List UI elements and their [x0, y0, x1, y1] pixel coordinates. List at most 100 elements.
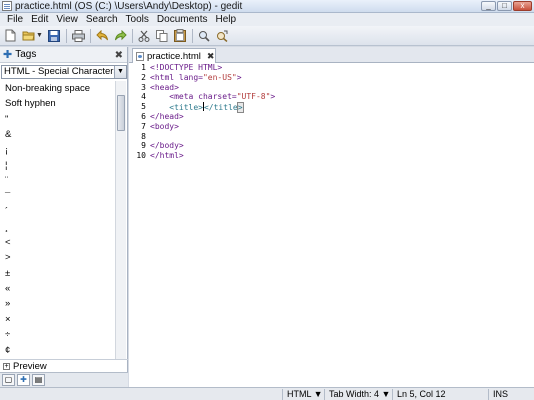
side-panel-title: Tags: [15, 49, 37, 60]
menu-search[interactable]: Search: [82, 14, 122, 25]
save-icon[interactable]: [48, 29, 61, 42]
find-icon[interactable]: [198, 29, 211, 42]
code-area[interactable]: <!DOCTYPE HTML> <html lang="en-US"> <hea…: [150, 63, 530, 161]
cut-icon[interactable]: [138, 29, 151, 42]
redo-icon[interactable]: [114, 29, 127, 42]
html-document-icon: [136, 51, 144, 61]
line-number: 4: [141, 92, 146, 102]
language-selector[interactable]: HTML ▼: [282, 389, 324, 400]
code-line: </html>: [150, 151, 184, 161]
line-number: 9: [141, 141, 146, 151]
code-line: <head>: [150, 82, 179, 92]
file-browser-tab-icon[interactable]: ▤: [32, 374, 45, 386]
list-item[interactable]: ¯: [0, 189, 114, 204]
code-line: <title></title>: [169, 102, 244, 114]
code-line: <body>: [150, 121, 179, 131]
tag-list: Non-breaking space Soft hyphen " & ¡ ¦ ¨…: [0, 81, 114, 359]
list-item[interactable]: ": [0, 112, 114, 127]
tags-tab-icon[interactable]: ✚: [17, 374, 30, 386]
list-item[interactable]: &: [0, 127, 114, 142]
line-number: 10: [136, 151, 146, 161]
menu-edit[interactable]: Edit: [27, 14, 52, 25]
menu-bar: File Edit View Search Tools Documents He…: [0, 13, 534, 26]
side-panel-close-icon[interactable]: ✖: [115, 50, 123, 61]
text-editor[interactable]: 1 2 3 4 5 6 7 8 9 10 <!DOCTYPE HTML> <ht…: [129, 63, 534, 387]
list-item[interactable]: ¢: [0, 343, 114, 358]
menu-file[interactable]: File: [3, 14, 27, 25]
undo-icon[interactable]: [96, 29, 109, 42]
close-window-button[interactable]: x: [513, 1, 532, 11]
gedit-app-icon: [2, 1, 12, 11]
toolbar-separator: [191, 28, 193, 43]
tag-list-scrollbar[interactable]: [115, 81, 126, 359]
list-item[interactable]: ¦: [0, 158, 114, 173]
print-icon[interactable]: [71, 29, 85, 42]
list-item[interactable]: ¡: [0, 143, 114, 158]
paste-icon[interactable]: [174, 29, 187, 42]
list-item[interactable]: »: [0, 296, 114, 311]
code-line: <!DOCTYPE HTML>: [150, 63, 223, 72]
line-number: 2: [141, 72, 146, 82]
code-line: </head>: [150, 111, 184, 121]
list-item[interactable]: <: [0, 235, 114, 250]
toolbar-separator: [65, 28, 67, 43]
toolbar: ▼: [0, 26, 534, 46]
line-number: 7: [141, 121, 146, 131]
tag-category-value: HTML - Special Characters: [4, 66, 119, 77]
preview-label: Preview: [13, 360, 47, 372]
line-number-gutter: 1 2 3 4 5 6 7 8 9 10: [129, 63, 147, 387]
cursor-position: Ln 5, Col 12: [392, 389, 488, 400]
document-tabs: practice.html ✖: [129, 47, 534, 63]
side-panel: ✚ Tags ✖ HTML - Special Characters ▼ Non…: [0, 47, 128, 387]
window-controls: _ □ x: [481, 1, 532, 11]
list-item[interactable]: ±: [0, 266, 114, 281]
tab-width-selector[interactable]: Tab Width: 4 ▼: [324, 389, 392, 400]
tab-practice-html[interactable]: practice.html ✖: [132, 48, 216, 63]
open-folder-icon[interactable]: [22, 29, 35, 42]
menu-help[interactable]: Help: [211, 14, 240, 25]
line-number: 3: [141, 82, 146, 92]
new-document-icon[interactable]: [4, 29, 17, 42]
code-line: </body>: [150, 141, 184, 151]
expand-plus-icon[interactable]: +: [3, 362, 10, 370]
window-title: practice.html (OS (C:) \Users\Andy\Deskt…: [15, 0, 243, 12]
language-label: HTML: [287, 389, 312, 399]
insert-mode: INS: [488, 389, 532, 400]
open-dropdown-icon[interactable]: ▼: [36, 32, 43, 39]
list-item[interactable]: ´: [0, 204, 114, 219]
chevron-down-icon[interactable]: ▼: [114, 66, 126, 78]
list-item[interactable]: Non-breaking space: [0, 81, 114, 96]
menu-tools[interactable]: Tools: [122, 14, 153, 25]
line-number: 8: [141, 131, 146, 141]
menu-documents[interactable]: Documents: [153, 14, 212, 25]
list-item[interactable]: ÷: [0, 327, 114, 342]
side-panel-header: ✚ Tags: [0, 47, 127, 63]
code-line: <html lang="en-US">: [150, 72, 242, 82]
documents-tab-icon[interactable]: ▢: [2, 374, 15, 386]
replace-icon[interactable]: [216, 29, 229, 42]
maximize-button[interactable]: □: [497, 1, 512, 11]
list-item[interactable]: Soft hyphen: [0, 96, 114, 111]
status-bar: HTML ▼ Tab Width: 4 ▼ Ln 5, Col 12 INS: [0, 387, 534, 400]
copy-icon[interactable]: [156, 29, 169, 42]
line-number: 1: [141, 63, 146, 72]
tab-label: practice.html: [147, 50, 201, 62]
minimize-button[interactable]: _: [481, 1, 496, 11]
toolbar-separator: [131, 28, 133, 43]
list-item[interactable]: ×: [0, 312, 114, 327]
tags-plus-icon: ✚: [3, 49, 13, 61]
list-item[interactable]: «: [0, 281, 114, 296]
side-panel-tabs: ▢ ✚ ▤: [0, 372, 128, 387]
line-number: 5: [141, 102, 146, 112]
list-item[interactable]: >: [0, 250, 114, 265]
tab-close-icon[interactable]: ✖: [207, 51, 215, 62]
preview-expander[interactable]: + Preview: [0, 359, 128, 372]
menu-view[interactable]: View: [52, 14, 82, 25]
list-item[interactable]: ¸: [0, 220, 114, 235]
scrollbar-thumb[interactable]: [117, 95, 125, 131]
tag-category-select[interactable]: HTML - Special Characters ▼: [1, 65, 127, 79]
code-line: <meta charset="UTF-8">: [150, 92, 276, 102]
title-bar: practice.html (OS (C:) \Users\Andy\Deskt…: [0, 0, 534, 13]
list-item[interactable]: ¨: [0, 173, 114, 188]
